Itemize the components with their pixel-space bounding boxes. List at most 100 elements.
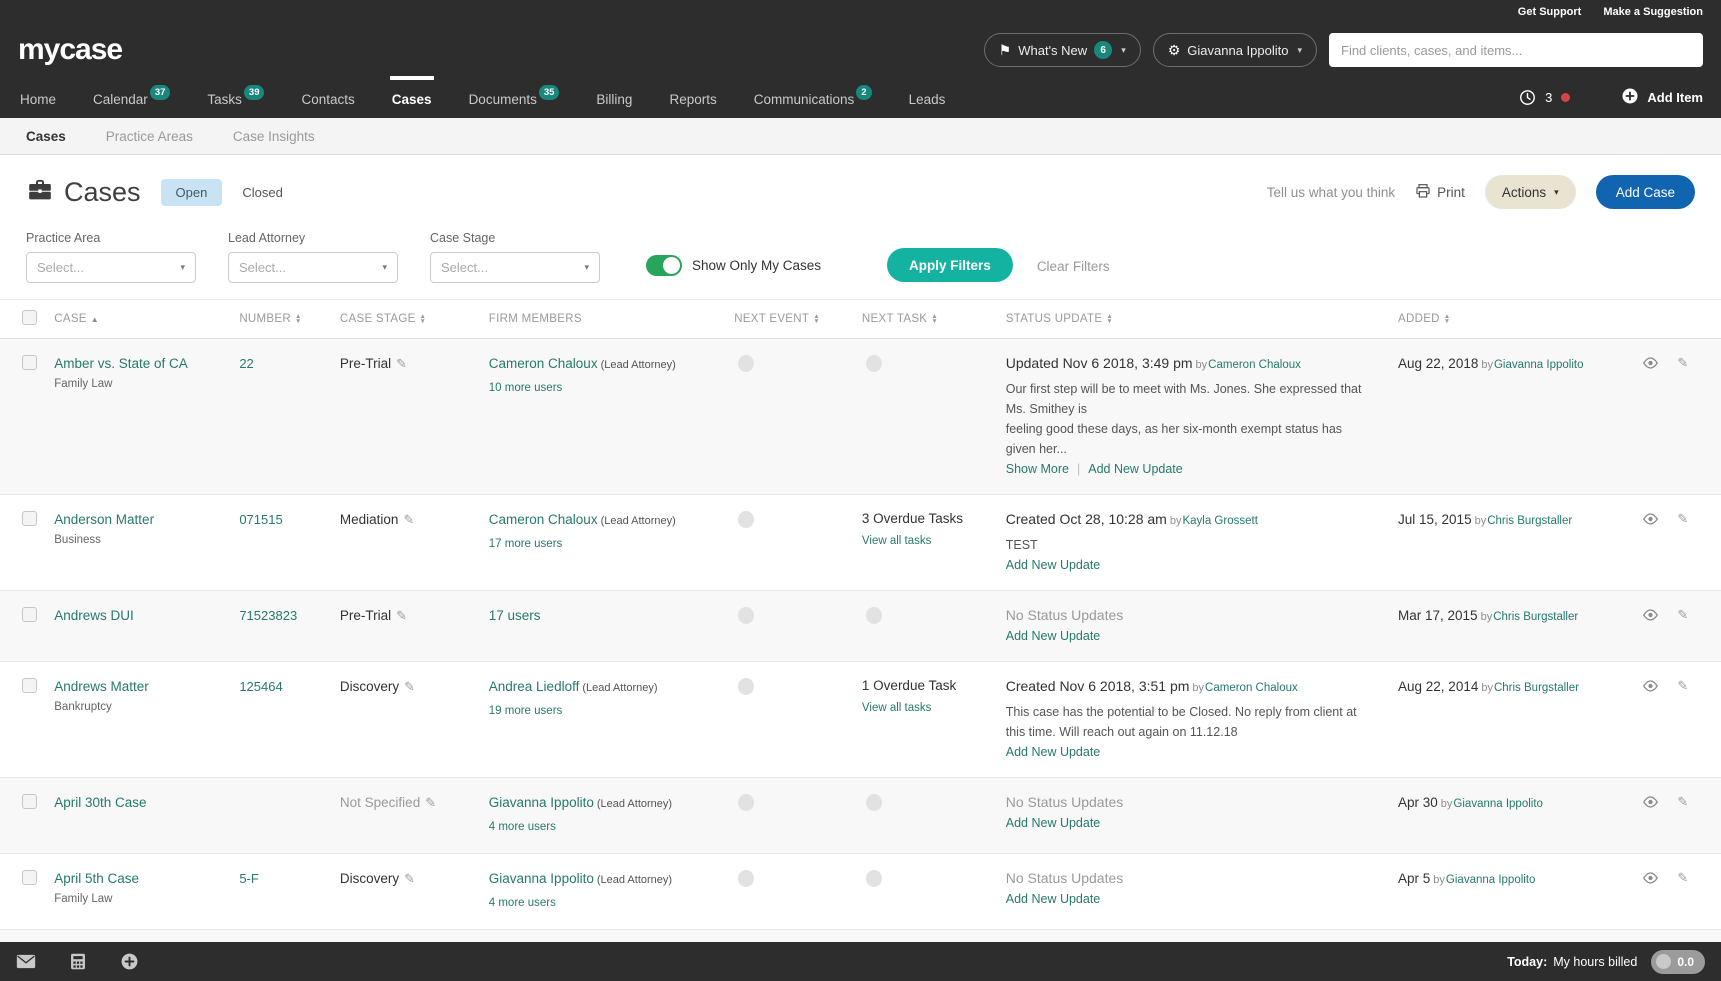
added-by-link[interactable]: Giavanna Ippolito bbox=[1494, 359, 1584, 371]
edit-case-pencil-icon[interactable]: ✎ bbox=[1677, 678, 1688, 694]
add-case-button[interactable]: Add Case bbox=[1596, 175, 1695, 209]
view-case-eye-icon[interactable] bbox=[1642, 679, 1659, 693]
case-link[interactable]: Anderson Matter bbox=[54, 512, 154, 527]
calculator-icon[interactable] bbox=[70, 953, 86, 970]
case-link[interactable]: April 5th Case bbox=[54, 871, 139, 886]
edit-stage-pencil-icon[interactable]: ✎ bbox=[425, 795, 436, 810]
row-checkbox[interactable] bbox=[22, 511, 37, 526]
edit-stage-pencil-icon[interactable]: ✎ bbox=[403, 512, 414, 527]
case-number-link[interactable]: 071515 bbox=[239, 512, 282, 527]
nav-item-billing[interactable]: Billing bbox=[594, 76, 634, 118]
quick-add-plus-icon[interactable] bbox=[120, 952, 139, 971]
nav-item-documents[interactable]: Documents35 bbox=[467, 76, 562, 118]
added-by-link[interactable]: Chris Burgstaller bbox=[1487, 515, 1572, 527]
practice-area-select[interactable]: Select...▾ bbox=[26, 252, 196, 283]
nav-item-leads[interactable]: Leads bbox=[907, 76, 948, 118]
whats-new-button[interactable]: ⚑ What's New 6 ▾ bbox=[984, 33, 1141, 67]
edit-case-pencil-icon[interactable]: ✎ bbox=[1677, 511, 1688, 527]
case-stage-select[interactable]: Select...▾ bbox=[430, 252, 600, 283]
nav-item-reports[interactable]: Reports bbox=[667, 76, 718, 118]
more-users-link[interactable]: 17 more users bbox=[489, 538, 563, 550]
mycase-logo[interactable]: mycase bbox=[18, 33, 122, 67]
nav-item-contacts[interactable]: Contacts bbox=[299, 76, 356, 118]
edit-stage-pencil-icon[interactable]: ✎ bbox=[404, 679, 415, 694]
nav-item-tasks[interactable]: Tasks39 bbox=[205, 76, 266, 118]
add-new-update-link[interactable]: Add New Update bbox=[1006, 892, 1101, 906]
subnav-item-practice-areas[interactable]: Practice Areas bbox=[106, 129, 193, 144]
select-all-checkbox[interactable] bbox=[22, 310, 37, 325]
case-link[interactable]: Andrews Matter bbox=[54, 679, 149, 694]
view-case-eye-icon[interactable] bbox=[1642, 512, 1659, 526]
feedback-link[interactable]: Tell us what you think bbox=[1267, 185, 1395, 200]
timer-clock-icon[interactable] bbox=[1519, 89, 1536, 106]
nav-item-communications[interactable]: Communications2 bbox=[752, 76, 874, 118]
nav-item-cases[interactable]: Cases bbox=[390, 76, 434, 118]
nav-item-home[interactable]: Home bbox=[18, 76, 58, 118]
case-link[interactable]: April 30th Case bbox=[54, 795, 146, 810]
subnav-item-case-insights[interactable]: Case Insights bbox=[233, 129, 315, 144]
view-case-eye-icon[interactable] bbox=[1642, 795, 1659, 809]
apply-filters-button[interactable]: Apply Filters bbox=[887, 248, 1013, 282]
edit-case-pencil-icon[interactable]: ✎ bbox=[1677, 870, 1688, 886]
open-filter-toggle[interactable]: Open bbox=[161, 179, 223, 206]
view-case-eye-icon[interactable] bbox=[1642, 608, 1659, 622]
get-support-link[interactable]: Get Support bbox=[1518, 6, 1582, 24]
row-checkbox[interactable] bbox=[22, 794, 37, 809]
lead-attorney-select[interactable]: Select...▾ bbox=[228, 252, 398, 283]
firm-member-link[interactable]: Cameron Chaloux bbox=[489, 356, 598, 371]
actions-dropdown-button[interactable]: Actions ▾ bbox=[1485, 175, 1576, 209]
column-header-next-task[interactable]: NEXT TASK▲▼ bbox=[854, 300, 998, 339]
status-author-link[interactable]: Kayla Grossett bbox=[1182, 515, 1257, 527]
firm-member-link[interactable]: Andrea Liedloff bbox=[489, 679, 580, 694]
edit-case-pencil-icon[interactable]: ✎ bbox=[1677, 355, 1688, 371]
case-link[interactable]: Andrews DUI bbox=[54, 608, 134, 623]
case-link[interactable]: Amber vs. State of CA bbox=[54, 356, 188, 371]
column-header-next-event[interactable]: NEXT EVENT▲▼ bbox=[726, 300, 854, 339]
added-by-link[interactable]: Giavanna Ippolito bbox=[1446, 874, 1536, 886]
print-button[interactable]: Print bbox=[1415, 183, 1465, 202]
case-number-link[interactable]: 5-F bbox=[239, 871, 259, 886]
column-header-case[interactable]: CASE▲ bbox=[46, 300, 231, 339]
firm-member-link[interactable]: Giavanna Ippolito bbox=[489, 795, 594, 810]
view-all-tasks-link[interactable]: View all tasks bbox=[862, 702, 931, 714]
column-header-case-stage[interactable]: CASE STAGE▲▼ bbox=[332, 300, 481, 339]
edit-stage-pencil-icon[interactable]: ✎ bbox=[396, 608, 407, 623]
hours-billed-pill[interactable]: 0.0 bbox=[1651, 950, 1705, 974]
more-users-link[interactable]: 19 more users bbox=[489, 705, 563, 717]
add-new-update-link[interactable]: Add New Update bbox=[1006, 629, 1101, 643]
closed-filter-toggle[interactable]: Closed bbox=[242, 185, 282, 200]
show-more-link[interactable]: Show More bbox=[1006, 462, 1069, 476]
case-number-link[interactable]: 22 bbox=[239, 356, 253, 371]
status-author-link[interactable]: Cameron Chaloux bbox=[1205, 682, 1298, 694]
firm-member-link[interactable]: 17 users bbox=[489, 608, 541, 623]
added-by-link[interactable]: Chris Burgstaller bbox=[1493, 611, 1578, 623]
more-users-link[interactable]: 10 more users bbox=[489, 382, 563, 394]
nav-item-calendar[interactable]: Calendar37 bbox=[91, 76, 172, 118]
column-header-number[interactable]: NUMBER▲▼ bbox=[231, 300, 332, 339]
view-case-eye-icon[interactable] bbox=[1642, 871, 1659, 885]
more-users-link[interactable]: 4 more users bbox=[489, 897, 556, 909]
column-header-status-update[interactable]: STATUS UPDATE▲▼ bbox=[998, 300, 1390, 339]
edit-case-pencil-icon[interactable]: ✎ bbox=[1677, 794, 1688, 810]
row-checkbox[interactable] bbox=[22, 870, 37, 885]
add-new-update-link[interactable]: Add New Update bbox=[1088, 462, 1183, 476]
row-checkbox[interactable] bbox=[22, 607, 37, 622]
case-number-link[interactable]: 125464 bbox=[239, 679, 282, 694]
row-checkbox[interactable] bbox=[22, 678, 37, 693]
edit-case-pencil-icon[interactable]: ✎ bbox=[1677, 607, 1688, 623]
edit-stage-pencil-icon[interactable]: ✎ bbox=[404, 871, 415, 886]
more-users-link[interactable]: 4 more users bbox=[489, 821, 556, 833]
column-header-added[interactable]: ADDED▲▼ bbox=[1390, 300, 1634, 339]
user-menu-button[interactable]: ⚙ Giavanna Ippolito ▾ bbox=[1153, 33, 1317, 67]
add-new-update-link[interactable]: Add New Update bbox=[1006, 816, 1101, 830]
global-search-input[interactable] bbox=[1329, 33, 1703, 67]
add-new-update-link[interactable]: Add New Update bbox=[1006, 558, 1101, 572]
add-item-button[interactable]: Add Item bbox=[1621, 87, 1703, 108]
clear-filters-link[interactable]: Clear Filters bbox=[1037, 259, 1110, 274]
firm-member-link[interactable]: Giavanna Ippolito bbox=[489, 871, 594, 886]
added-by-link[interactable]: Chris Burgstaller bbox=[1494, 682, 1579, 694]
firm-member-link[interactable]: Cameron Chaloux bbox=[489, 512, 598, 527]
add-new-update-link[interactable]: Add New Update bbox=[1006, 745, 1101, 759]
case-number-link[interactable]: 71523823 bbox=[239, 608, 297, 623]
make-suggestion-link[interactable]: Make a Suggestion bbox=[1603, 6, 1703, 24]
